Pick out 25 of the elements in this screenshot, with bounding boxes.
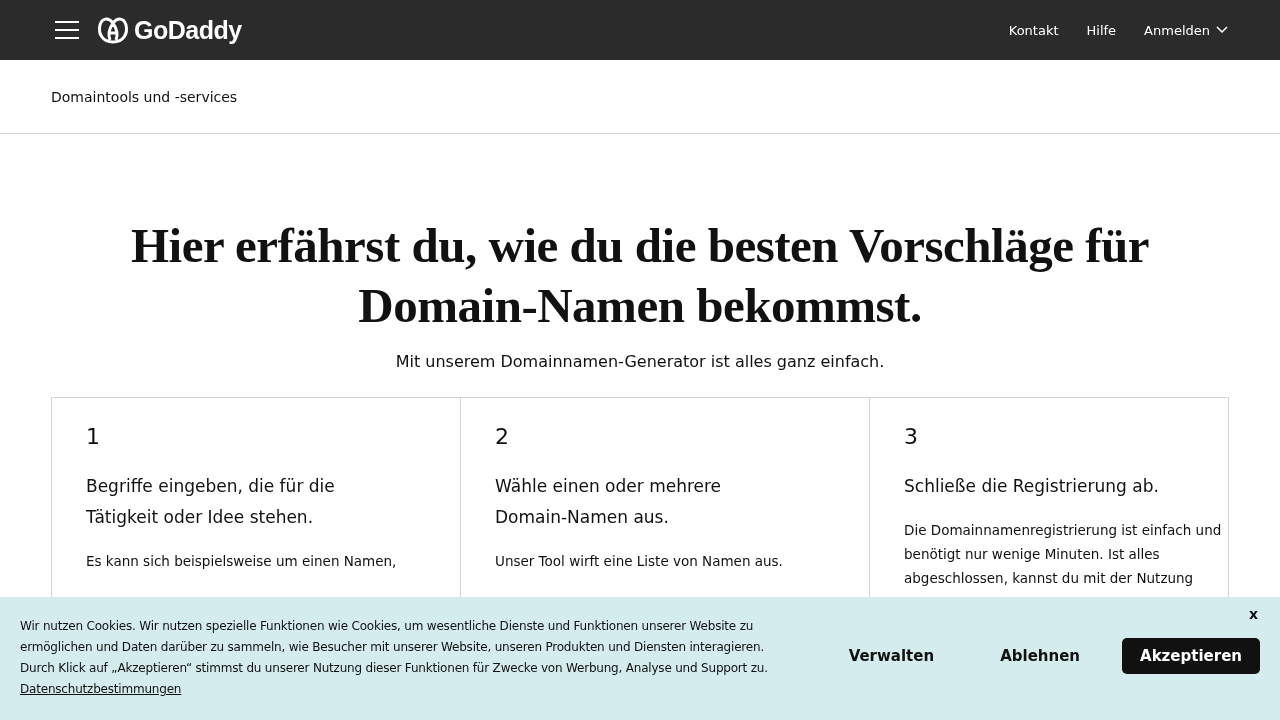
step-number: 3	[904, 424, 919, 449]
step-text: Unser Tool wirft eine Liste von Namen aus.	[495, 552, 784, 571]
section-title[interactable]: Domaintools und -services	[51, 88, 238, 105]
step-text: Die Domainnamenregistrierung ist einfach und benötigt nur wenige Minuten. Ist alles abgeschlossen, kannst du mit der Nutzung	[904, 521, 1223, 588]
step-number: 1	[86, 424, 101, 449]
step-number: 2	[495, 424, 510, 449]
subtitle: Mit unserem Domainnamen-Generator ist alles ganz einfach.	[394, 352, 886, 371]
step-title: Wähle einen oder mehrere Domain-Namen aus.	[495, 475, 723, 529]
menu-icon[interactable]	[54, 20, 80, 40]
cookie-button[interactable]: Verwalten	[824, 638, 959, 674]
chevron-down-icon	[1216, 26, 1228, 34]
logo-icon[interactable]	[96, 15, 130, 45]
step-text: Es kann sich beispielsweise um einen Namen,	[86, 552, 398, 571]
cookie-button[interactable]: Ablehnen	[976, 638, 1105, 674]
cookie-text: Wir nutzen Cookies. Wir nutzen spezielle Funktionen wie Cookies, um wesentliche Dienste und Funktionen unserer Website zu ermöglichen und Daten darüber zu sammeln, wie Besucher mit unserer Website, unseren Produkten und Diensten interagieren. Durch Klick auf „Akzeptieren“ stimmst du unserer Nutzung dieser Funktionen für Zwecke von Werbung, Analyse und Support zu.	[20, 618, 769, 677]
nav-link[interactable]: Kontakt	[1008, 22, 1059, 38]
close-button[interactable]: x	[1242, 605, 1264, 623]
privacy-link[interactable]: Datenschutzbestimmungen	[20, 682, 182, 696]
nav-link[interactable]: Anmelden	[1144, 22, 1228, 38]
step-title: Schließe die Registrierung ab.	[904, 475, 1160, 498]
page-heading: Hier erfährst du, wie du die besten Vorschläge für Domain-Namen bekommst.	[129, 217, 1150, 335]
accept-button[interactable]: Akzeptieren	[1122, 638, 1260, 674]
brand-name[interactable]: GoDaddy	[134, 15, 242, 45]
step-title: Begriffe eingeben, die für die Tätigkeit oder Idee stehen.	[86, 475, 336, 529]
nav-link[interactable]: Hilfe	[1086, 22, 1117, 38]
